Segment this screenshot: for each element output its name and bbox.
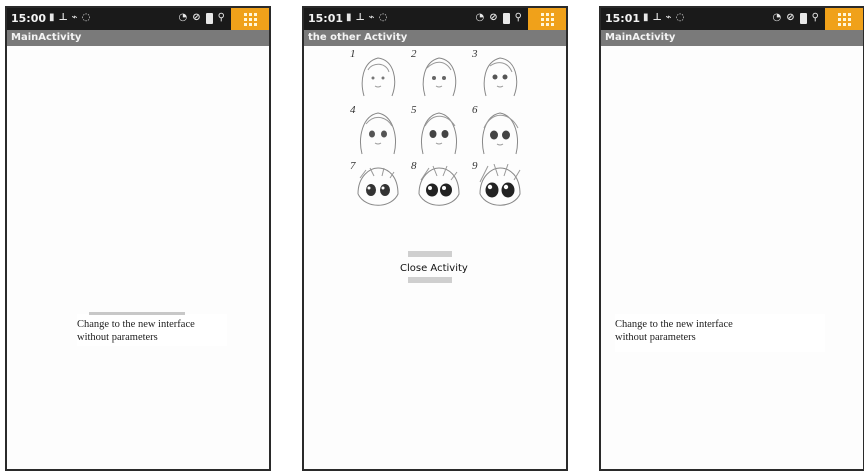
- sketch-image: 8: [405, 160, 465, 216]
- sim-icon: ▮: [49, 12, 55, 23]
- title-bar: the other Activity: [304, 30, 566, 46]
- sketch-image: 1: [344, 48, 404, 104]
- sketch-image-grid: 1 2 3 4 5 6 7 8 9: [344, 46, 526, 216]
- sketch-image: 7: [344, 160, 404, 216]
- sketch-image: 9: [466, 160, 526, 216]
- sim-icon: ▮: [643, 12, 649, 23]
- status-time: 15:01: [308, 12, 344, 25]
- wifi-icon: ◔: [772, 12, 782, 23]
- sketch-image: 3: [466, 48, 526, 104]
- wifi-icon: ◌: [378, 12, 388, 23]
- image-number: 7: [350, 160, 356, 172]
- usb-icon: ⚲: [217, 12, 225, 23]
- phone-screen-other: 15:01 ▮ ⊥ ⌁ ◌ ◔ ⊘ ⚲ the other Activity 1…: [302, 6, 568, 471]
- battery-icon: [799, 12, 807, 24]
- button-label-line2: without parameters: [77, 332, 158, 343]
- image-number: 9: [472, 160, 478, 172]
- signal-icon: ⊥: [58, 12, 68, 23]
- usb-icon: ⚲: [811, 12, 819, 23]
- sketch-image: 4: [344, 104, 404, 160]
- menu-grid-icon[interactable]: [528, 8, 566, 30]
- button-top-edge: [408, 251, 452, 257]
- battery-icon: [502, 12, 510, 24]
- status-time: 15:00: [11, 12, 47, 25]
- close-activity-button[interactable]: Close Activity: [400, 251, 468, 285]
- image-number: 2: [411, 48, 417, 60]
- status-bar: 15:01 ▮ ⊥ ⌁ ◌ ◔ ⊘ ⚲: [304, 8, 566, 30]
- status-bar: 15:00 ▮ ⊥ ⌁ ◌ ◔ ⊘ ⚲: [7, 8, 269, 30]
- usb-icon: ⌁: [368, 12, 375, 23]
- image-number: 6: [472, 104, 478, 116]
- title-bar: MainActivity: [601, 30, 863, 46]
- usb-icon: ⌁: [71, 12, 78, 23]
- phone-screen-main-returned: 15:01 ▮ ⊥ ⌁ ◌ ◔ ⊘ ⚲ MainActivity Change …: [599, 6, 864, 471]
- wifi-icon: ◌: [675, 12, 685, 23]
- signal-icon: ⊥: [652, 12, 662, 23]
- title-bar: MainActivity: [7, 30, 269, 46]
- image-number: 3: [472, 48, 478, 60]
- menu-grid-icon[interactable]: [825, 8, 863, 30]
- wifi-icon: ◔: [475, 12, 485, 23]
- button-label-line2: without parameters: [615, 332, 696, 343]
- wifi-icon: ◔: [178, 12, 188, 23]
- wifi-icon: ◌: [81, 12, 91, 23]
- sketch-image: 5: [405, 104, 465, 160]
- status-time: 15:01: [605, 12, 641, 25]
- change-interface-button[interactable]: Change to the new interface without para…: [615, 314, 825, 352]
- change-interface-button[interactable]: Change to the new interface without para…: [77, 312, 227, 346]
- status-bar: 15:01 ▮ ⊥ ⌁ ◌ ◔ ⊘ ⚲: [601, 8, 863, 30]
- phone-screen-main: 15:00 ▮ ⊥ ⌁ ◌ ◔ ⊘ ⚲ MainActivity Change …: [5, 6, 271, 471]
- button-label-line1: Change to the new interface: [615, 319, 733, 330]
- sketch-image: 2: [405, 48, 465, 104]
- menu-grid-icon[interactable]: [231, 8, 269, 30]
- signal-icon: ⊥: [355, 12, 365, 23]
- image-number: 5: [411, 104, 417, 116]
- sync-icon: ⊘: [192, 12, 201, 23]
- close-activity-label: Close Activity: [400, 263, 468, 274]
- battery-icon: [205, 12, 213, 24]
- button-label-line1: Change to the new interface: [77, 319, 195, 330]
- image-number: 4: [350, 104, 356, 116]
- sketch-image: 6: [466, 104, 526, 160]
- sync-icon: ⊘: [786, 12, 795, 23]
- image-number: 1: [350, 48, 356, 60]
- usb-icon: ⌁: [665, 12, 672, 23]
- sync-icon: ⊘: [489, 12, 498, 23]
- button-bottom-edge: [408, 277, 452, 283]
- button-top-edge: [89, 312, 185, 315]
- usb-icon: ⚲: [514, 12, 522, 23]
- image-number: 8: [411, 160, 417, 172]
- sim-icon: ▮: [346, 12, 352, 23]
